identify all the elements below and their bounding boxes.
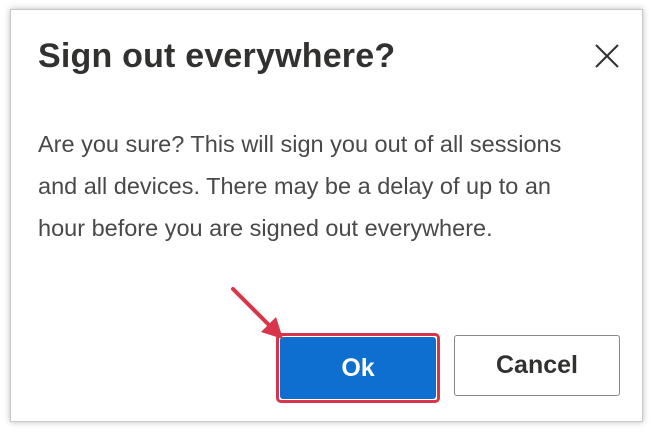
dialog-message: Are you sure? This will sign you out of … — [38, 131, 562, 241]
close-icon — [595, 44, 619, 68]
sign-out-dialog: Sign out everywhere? Are you sure? This … — [10, 9, 643, 422]
cancel-button[interactable]: Cancel — [454, 335, 620, 396]
close-button[interactable] — [593, 42, 621, 70]
dialog-title: Sign out everywhere? — [38, 37, 396, 75]
ok-button[interactable]: Ok — [280, 337, 436, 399]
arrow-icon — [231, 287, 283, 339]
